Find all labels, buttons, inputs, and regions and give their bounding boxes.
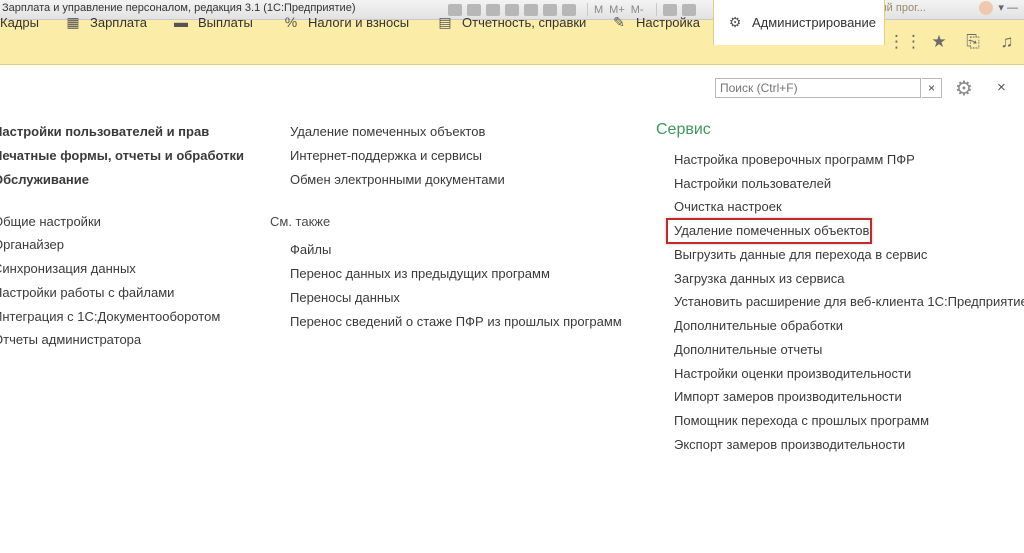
chevron-down-icon[interactable]: ▾ (998, 2, 1004, 14)
link-import-measurements[interactable]: Импорт замеров производительности (674, 389, 902, 404)
wrench-icon: ✎ (613, 13, 625, 30)
section-kadry[interactable]: Кадры (0, 0, 39, 44)
section-vyplaty[interactable]: ▬ Выплаты (172, 0, 253, 44)
link-user-rights[interactable]: Настройки пользователей и прав (0, 124, 209, 139)
section-nastroyka[interactable]: ✎ Настройка (610, 0, 700, 44)
window-menu[interactable]: ▾ — (979, 1, 1018, 16)
section-label: Налоги и взносы (308, 14, 410, 30)
section-zarplata[interactable]: ▦ Зарплата (64, 0, 147, 44)
wallet-icon: ▬ (174, 14, 188, 30)
see-also-title: См. также (270, 214, 331, 229)
section-label: Зарплата (90, 14, 147, 30)
link-performance-settings[interactable]: Настройки оценки производительности (674, 366, 911, 381)
memory-button[interactable]: M (594, 4, 603, 16)
link-import-from-service[interactable]: Загрузка данных из сервиса (674, 271, 845, 286)
link-file-settings[interactable]: Настройки работы с файлами (0, 285, 174, 300)
settings-gear-icon[interactable]: ⚙ (955, 76, 973, 101)
link-user-settings[interactable]: Настройки пользователей (674, 176, 831, 191)
reports-icon: ▤ (438, 13, 452, 30)
section-otchetnost[interactable]: ▤ Отчетность, справки (436, 0, 586, 44)
highlight-frame (666, 218, 872, 244)
link-internet-support[interactable]: Интернет-поддержка и сервисы (290, 148, 482, 163)
notifications-icon[interactable]: ♫ (990, 32, 1024, 52)
percent-icon: % (284, 14, 298, 30)
link-maintenance[interactable]: Обслуживание (0, 172, 89, 187)
history-icon[interactable]: ⎘ (956, 32, 990, 52)
favorites-icon[interactable]: ★ (922, 32, 956, 52)
link-extra-processing[interactable]: Дополнительные обработки (674, 318, 843, 333)
search-input[interactable] (715, 78, 921, 98)
section-bar-tools: ⋮⋮ ★ ⎘ ♫ (888, 20, 1024, 64)
link-admin-reports[interactable]: Отчеты администратора (0, 332, 141, 347)
section-label: Выплаты (198, 14, 253, 30)
section-administrirovanie[interactable]: ⚙ Администрирование (713, 0, 885, 45)
link-clear-settings[interactable]: Очистка настроек (674, 199, 782, 214)
link-print-forms[interactable]: Печатные формы, отчеты и обработки (0, 148, 244, 163)
minimize-icon[interactable]: — (1007, 2, 1018, 14)
link-pfr-check-programs[interactable]: Настройка проверочных программ ПФР (674, 152, 915, 167)
search-clear-button[interactable]: × (922, 78, 942, 98)
link-edi[interactable]: Обмен электронными документами (290, 172, 505, 187)
section-nalogi[interactable]: % Налоги и взносы (282, 0, 409, 44)
link-export-measurements[interactable]: Экспорт замеров производительности (674, 437, 905, 452)
link-docflow[interactable]: Интеграция с 1С:Документооборотом (0, 309, 220, 324)
link-pfr-experience[interactable]: Перенос сведений о стаже ПФР из прошлых … (290, 314, 622, 329)
link-organizer[interactable]: Органайзер (0, 237, 64, 252)
link-data-transfers[interactable]: Переносы данных (290, 290, 400, 305)
link-migration-assistant[interactable]: Помощник перехода с прошлых программ (674, 413, 929, 428)
link-delete-marked[interactable]: Удаление помеченных объектов (290, 124, 485, 139)
link-web-extension[interactable]: Установить расширение для веб-клиента 1С… (674, 294, 1024, 309)
gear-icon: ⚙ (728, 14, 742, 30)
link-transfer-previous[interactable]: Перенос данных из предыдущих программ (290, 266, 550, 281)
section-label: Отчетность, справки (462, 14, 587, 30)
toolbar-divider (587, 3, 588, 16)
link-export-to-service[interactable]: Выгрузить данные для перехода в сервис (674, 247, 927, 262)
link-general-settings[interactable]: Общие настройки (0, 214, 101, 229)
link-sync[interactable]: Синхронизация данных (0, 261, 136, 276)
link-files[interactable]: Файлы (290, 242, 331, 257)
close-button[interactable]: × (997, 79, 1006, 96)
info-icon[interactable] (979, 1, 994, 16)
servis-title: Сервис (656, 121, 711, 138)
section-label: Настройка (636, 14, 700, 30)
all-functions-icon[interactable]: ⋮⋮ (888, 32, 922, 52)
section-label: Кадры (0, 14, 39, 30)
calculator-icon: ▦ (66, 13, 80, 30)
link-extra-reports[interactable]: Дополнительные отчеты (674, 342, 822, 357)
section-label: Администрирование (752, 15, 876, 30)
